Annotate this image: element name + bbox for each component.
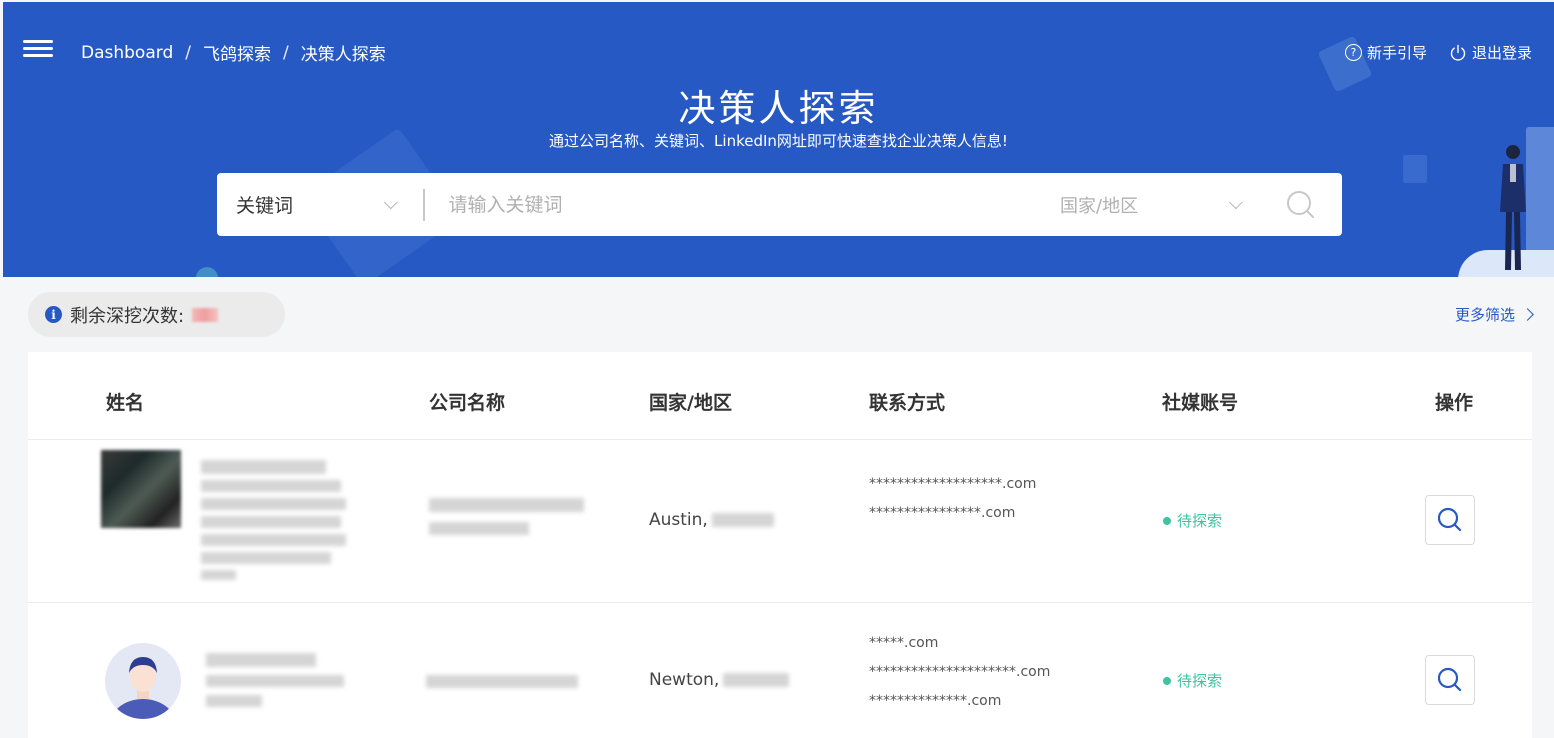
header-country: 国家/地区 — [649, 392, 732, 414]
city-text: Austin, — [649, 510, 708, 530]
company-name-redacted — [426, 675, 578, 688]
more-filter-link[interactable]: 更多筛选 — [1454, 304, 1534, 325]
email-masked: *********************.com — [869, 664, 1051, 680]
help-icon: ? — [1344, 44, 1362, 61]
person-info-redacted — [201, 460, 346, 580]
status-label: 待探索 — [1177, 512, 1223, 530]
search-type-select[interactable]: 关键词 — [217, 173, 423, 236]
search-button[interactable] — [1260, 173, 1342, 236]
person-illustration — [1500, 145, 1526, 270]
breadcrumb-current: 决策人探索 — [300, 45, 386, 65]
table-row: Newton, *****.com *********************.… — [28, 603, 1532, 738]
table-header: 姓名 公司名称 国家/地区 联系方式 社媒账号 操作 — [28, 352, 1532, 440]
email-masked: *****.com — [869, 635, 939, 651]
breadcrumb: Dashboard / 飞鸽探索 / 决策人探索 — [81, 40, 386, 66]
logout-button[interactable]: 退出登录 — [1449, 42, 1532, 63]
page-subtitle: 通过公司名称、关键词、LinkedIn网址即可快速查找企业决策人信息! — [549, 132, 1008, 150]
search-type-value: 关键词 — [236, 195, 294, 217]
remaining-quota-badge: i 剩余深挖次数: — [28, 292, 285, 337]
contact-cell: *****.com *********************.com ****… — [869, 629, 1050, 716]
header-action: 操作 — [1435, 392, 1474, 414]
search-icon — [1437, 667, 1462, 692]
status-dot — [1163, 676, 1171, 685]
keyword-input[interactable] — [424, 193, 1060, 216]
header-company: 公司名称 — [429, 392, 506, 414]
person-info-redacted — [206, 653, 346, 707]
country-select[interactable]: 国家/地区 — [1060, 173, 1260, 236]
decorative-document — [1403, 155, 1427, 183]
explore-button[interactable] — [1425, 495, 1475, 545]
email-masked: *******************.com — [869, 476, 1037, 492]
header-name: 姓名 — [106, 392, 145, 414]
top-actions: ? 新手引导 退出登录 — [1344, 42, 1532, 63]
email-masked: ****************.com — [869, 505, 1016, 521]
social-status: 待探索 — [1163, 670, 1222, 691]
breadcrumb-separator: / — [185, 42, 191, 63]
city-text: Newton, — [649, 670, 720, 690]
guide-label: 新手引导 — [1366, 44, 1427, 62]
chevron-down-icon — [1228, 194, 1243, 209]
region-redacted — [723, 673, 790, 687]
decorative-dot — [196, 267, 218, 277]
chevron-right-icon — [1521, 308, 1534, 321]
explore-button[interactable] — [1425, 655, 1475, 705]
quota-label: 剩余深挖次数: — [70, 305, 185, 327]
default-avatar-icon — [111, 657, 175, 719]
info-icon: i — [45, 306, 62, 323]
region-redacted — [711, 513, 774, 527]
search-icon — [1287, 190, 1314, 218]
table-row: Austin, *******************.com ********… — [28, 440, 1532, 603]
page-title: 决策人探索 — [678, 87, 879, 130]
status-dot — [1163, 516, 1171, 525]
hero-banner: Dashboard / 飞鸽探索 / 决策人探索 ? 新手引导 退出登录 决策人… — [3, 2, 1554, 277]
guide-button[interactable]: ? 新手引导 — [1344, 42, 1427, 63]
status-label: 待探索 — [1177, 672, 1223, 690]
quota-value-redacted — [192, 307, 219, 322]
contact-cell: *******************.com ****************… — [869, 470, 1036, 528]
power-icon — [1450, 44, 1466, 61]
search-icon — [1437, 507, 1462, 532]
breadcrumb-separator: / — [282, 42, 289, 63]
logout-label: 退出登录 — [1471, 44, 1532, 62]
avatar — [105, 643, 181, 719]
chevron-down-icon — [383, 194, 398, 209]
results-table: 姓名 公司名称 国家/地区 联系方式 社媒账号 操作 Austin, *****… — [28, 352, 1532, 738]
menu-toggle-button[interactable] — [23, 40, 53, 62]
country-cell: Newton, — [649, 670, 790, 690]
country-cell: Austin, — [649, 510, 774, 530]
breadcrumb-feige-explore[interactable]: 飞鸽探索 — [203, 40, 271, 65]
header-social: 社媒账号 — [1162, 392, 1239, 414]
header-contact: 联系方式 — [869, 392, 946, 414]
avatar — [101, 450, 181, 528]
social-status: 待探索 — [1163, 510, 1222, 531]
company-name-redacted — [429, 498, 584, 535]
more-filter-label: 更多筛选 — [1454, 306, 1515, 324]
country-select-placeholder: 国家/地区 — [1060, 195, 1139, 217]
search-bar: 关键词 国家/地区 — [217, 173, 1342, 236]
email-masked: **************.com — [869, 693, 1002, 709]
breadcrumb-dashboard[interactable]: Dashboard — [81, 43, 173, 63]
